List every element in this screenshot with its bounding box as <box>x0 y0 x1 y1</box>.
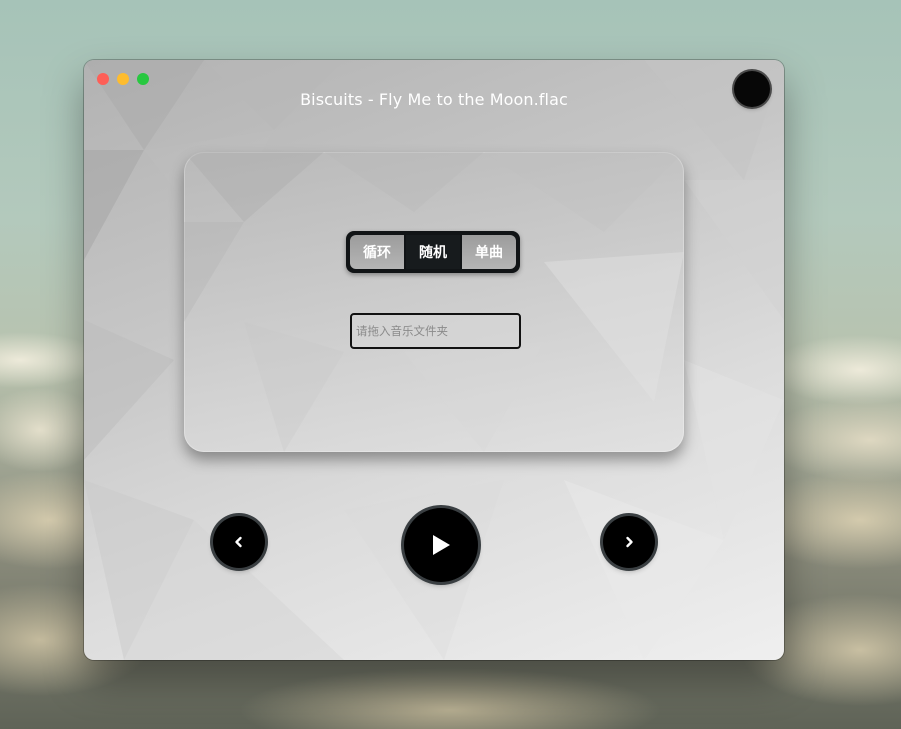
track-title: Biscuits - Fly Me to the Moon.flac <box>300 90 568 109</box>
previous-track-button[interactable] <box>213 516 265 568</box>
next-track-button[interactable] <box>603 516 655 568</box>
player-window: Biscuits - Fly Me to the Moon.flac 循环 随机… <box>84 60 784 660</box>
play-icon <box>433 535 450 555</box>
panel-pattern <box>184 152 684 452</box>
music-folder-input[interactable] <box>350 313 521 349</box>
maximize-window-button[interactable] <box>137 73 149 85</box>
close-window-button[interactable] <box>97 73 109 85</box>
minimize-window-button[interactable] <box>117 73 129 85</box>
mode-loop-tab[interactable]: 循环 <box>350 235 404 269</box>
play-button[interactable] <box>404 508 478 582</box>
chevron-left-icon <box>235 536 242 548</box>
main-panel: 循环 随机 单曲 <box>184 152 684 452</box>
mode-shuffle-tab[interactable]: 随机 <box>406 235 460 269</box>
mode-single-tab[interactable]: 单曲 <box>462 235 516 269</box>
play-mode-selector: 循环 随机 单曲 <box>346 231 520 273</box>
desktop-background: Biscuits - Fly Me to the Moon.flac 循环 随机… <box>0 0 901 729</box>
settings-circle-button[interactable] <box>734 71 770 107</box>
chevron-right-icon <box>626 536 633 548</box>
